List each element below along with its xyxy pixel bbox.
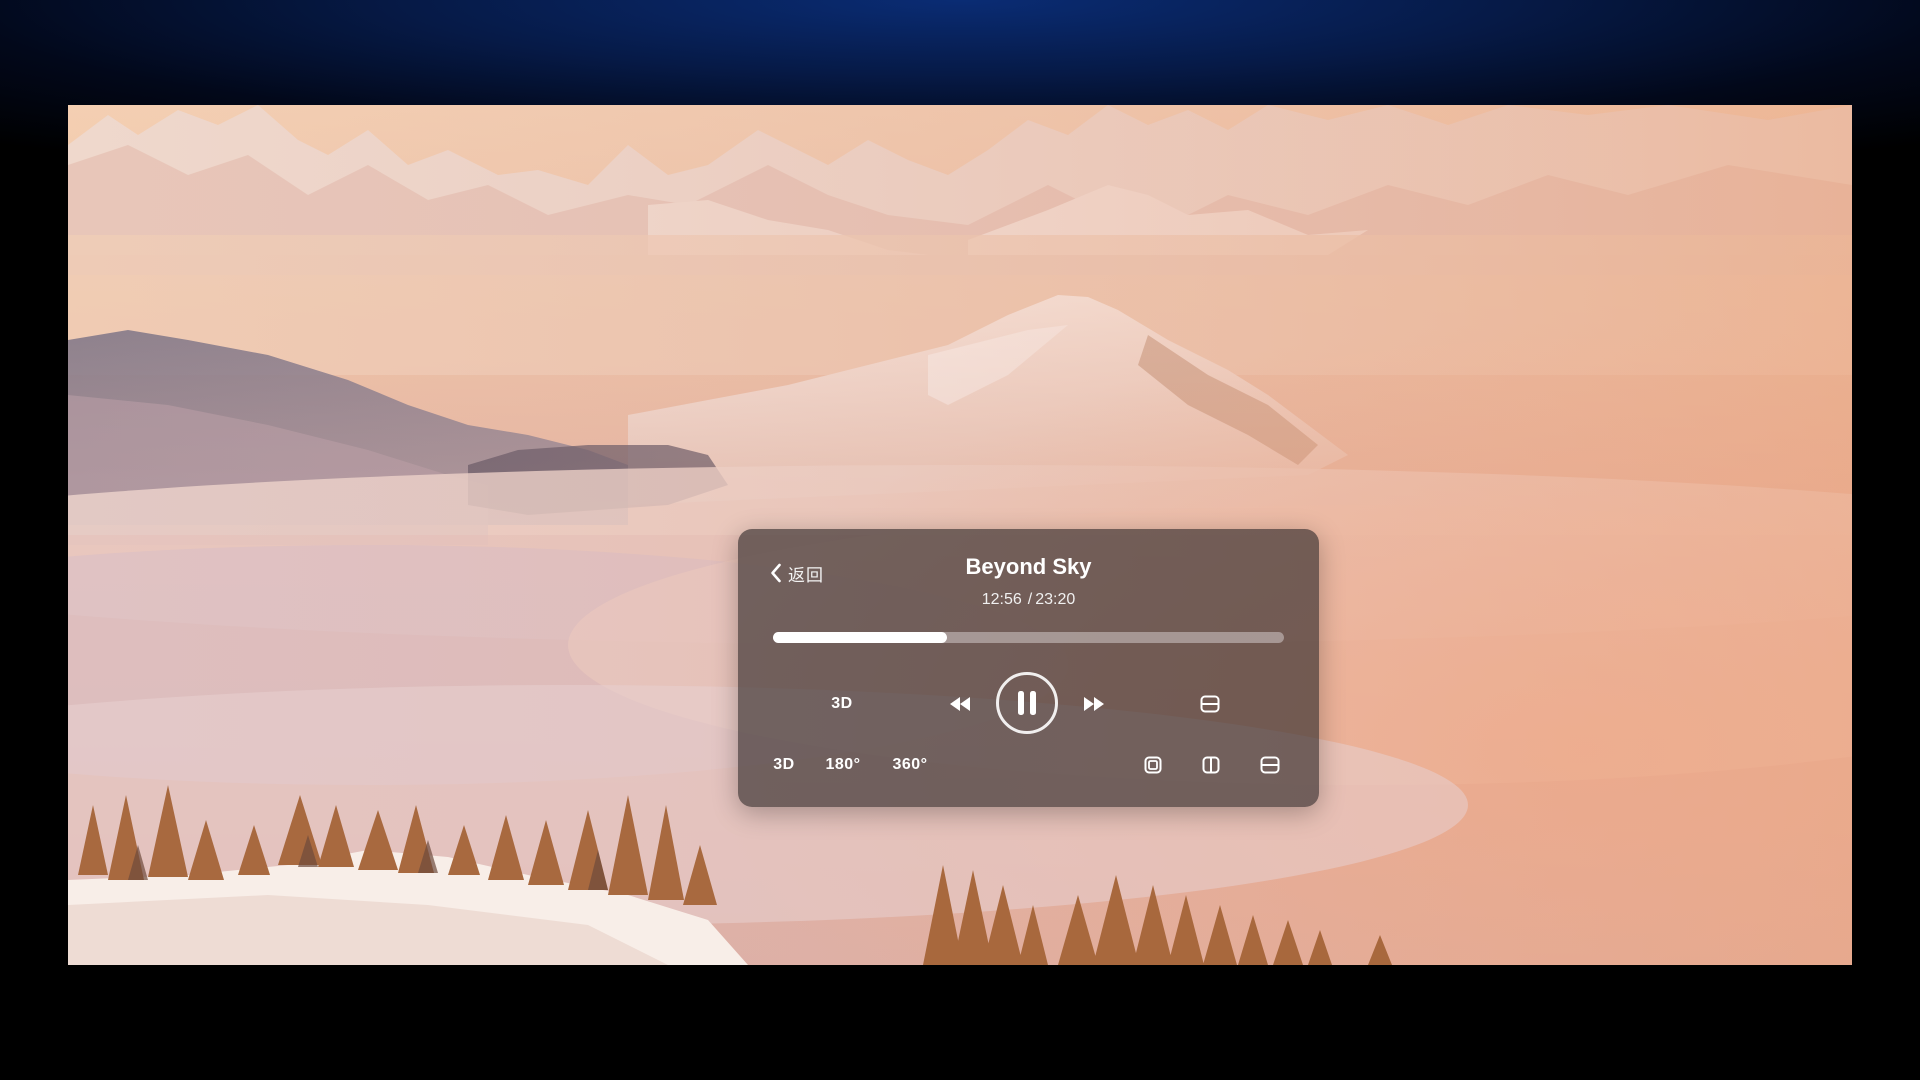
side-by-side-button[interactable] (1200, 754, 1222, 776)
pause-button[interactable] (996, 672, 1058, 734)
side-by-side-icon (1202, 756, 1220, 774)
format-3d-button[interactable]: 3D (766, 753, 802, 777)
progress-bar[interactable] (773, 632, 1284, 643)
top-bottom-icon (1260, 756, 1280, 774)
single-view-button[interactable] (1142, 754, 1164, 776)
pause-icon (1015, 690, 1039, 716)
rewind-button[interactable] (946, 692, 974, 716)
video-player-panel: 返回 Beyond Sky 12:56/23:20 3D 3D 180° 360… (738, 529, 1319, 807)
fast-forward-icon (1083, 696, 1105, 712)
fast-forward-button[interactable] (1080, 692, 1108, 716)
format-180-button[interactable]: 180° (820, 753, 866, 777)
screen-mode-button[interactable] (1199, 693, 1221, 715)
video-frame: 返回 Beyond Sky 12:56/23:20 3D 3D 180° 360… (68, 105, 1852, 965)
current-time: 12:56 (981, 591, 1022, 608)
single-view-icon (1144, 756, 1162, 774)
time-readout: 12:56 /23:20 (738, 591, 1319, 609)
time-separator: / (1027, 591, 1033, 608)
top-bottom-button[interactable] (1259, 754, 1281, 776)
progress-fill (773, 632, 947, 643)
3d-mode-button[interactable]: 3D (821, 691, 863, 717)
screen-mode-icon (1200, 695, 1220, 713)
rewind-icon (949, 696, 971, 712)
video-title: Beyond Sky (965, 554, 1092, 579)
format-360-button[interactable]: 360° (884, 753, 936, 777)
total-time: 23:20 (1035, 591, 1076, 608)
